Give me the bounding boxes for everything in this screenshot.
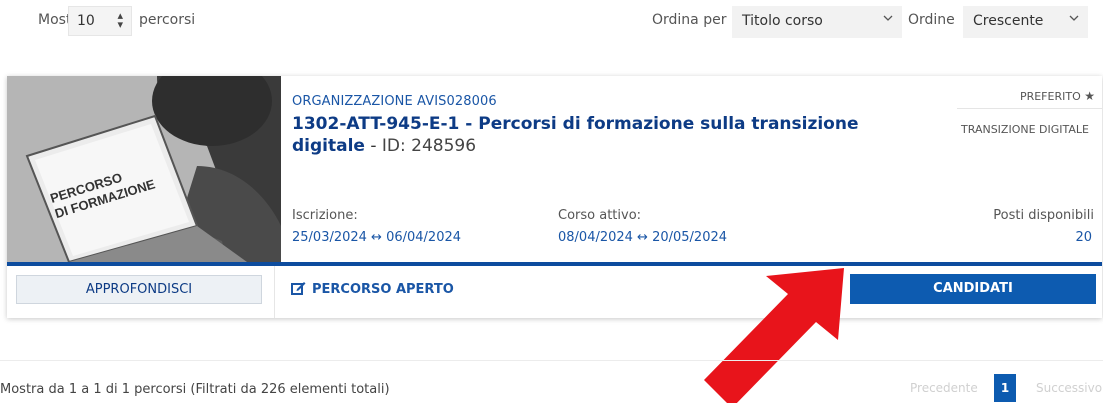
course-id-label: ID: <box>381 136 412 156</box>
course-illustration: PERCORSO DI FORMAZIONE <box>7 76 281 262</box>
results-info: Mostra da 1 a 1 di 1 percorsi (Filtrati … <box>0 382 390 397</box>
page-size-select[interactable]: 10 ▴ ▾ <box>68 6 132 36</box>
learn-more-button[interactable]: APPROFONDISCI <box>16 275 262 304</box>
divider <box>957 108 1102 109</box>
active-period-label: Corso attivo: <box>558 208 642 223</box>
course-image[interactable]: PERCORSO DI FORMAZIONE <box>7 76 281 262</box>
page-size-value: 10 <box>77 13 95 29</box>
list-controls: Mostra 10 ▴ ▾ percorsi Ordina per Titolo … <box>0 0 1103 44</box>
course-card: PERCORSO DI FORMAZIONE ORGANIZZAZIONE AV… <box>7 76 1102 318</box>
next-page-button[interactable]: Successivo <box>1036 381 1102 395</box>
show-suffix-label: percorsi <box>139 12 196 28</box>
order-by-label: Ordina per <box>652 12 727 28</box>
active-period-dates: 08/04/2024 ↔ 20/05/2024 <box>558 230 728 245</box>
arrow-pointer-icon <box>704 268 844 403</box>
available-seats-value: 20 <box>1075 230 1092 245</box>
enrollment-dates: 25/03/2024 ↔ 06/04/2024 <box>292 230 462 245</box>
order-by-select[interactable]: Titolo corso <box>732 6 902 38</box>
chevron-down-icon <box>882 12 894 28</box>
open-path-link[interactable]: PERCORSO APERTO <box>291 281 454 297</box>
course-title[interactable]: 1302-ATT-945-E-1 - Percorsi di formazion… <box>292 113 872 157</box>
course-id: 248596 <box>411 136 477 156</box>
divider <box>0 360 1103 361</box>
order-direction-value: Crescente <box>973 13 1044 29</box>
chevron-down-icon <box>1068 12 1080 28</box>
previous-page-button[interactable]: Precedente <box>910 381 978 395</box>
course-category: TRANSIZIONE DIGITALE <box>961 123 1089 136</box>
order-by-value: Titolo corso <box>742 13 823 29</box>
sort-arrows-icon: ▴ ▾ <box>117 9 123 31</box>
enrollment-label: Iscrizione: <box>292 208 358 223</box>
open-path-label: PERCORSO APERTO <box>312 282 454 297</box>
favorite-label: PREFERITO <box>1019 90 1081 103</box>
divider <box>274 266 275 318</box>
order-label: Ordine <box>908 12 955 28</box>
favorite-toggle[interactable]: PREFERITO ★ <box>1020 89 1095 103</box>
order-direction-select[interactable]: Crescente <box>963 6 1088 38</box>
course-details: ORGANIZZAZIONE AVIS028006 1302-ATT-945-E… <box>281 76 1102 262</box>
available-seats-label: Posti disponibili <box>993 208 1094 223</box>
edit-icon <box>291 282 306 295</box>
star-icon: ★ <box>1084 89 1095 103</box>
apply-button[interactable]: CANDIDATI <box>850 274 1096 304</box>
card-divider <box>7 262 1102 266</box>
organization-name: ORGANIZZAZIONE AVIS028006 <box>292 94 497 109</box>
title-separator: - <box>364 136 382 156</box>
page-1-button[interactable]: 1 <box>994 374 1016 402</box>
